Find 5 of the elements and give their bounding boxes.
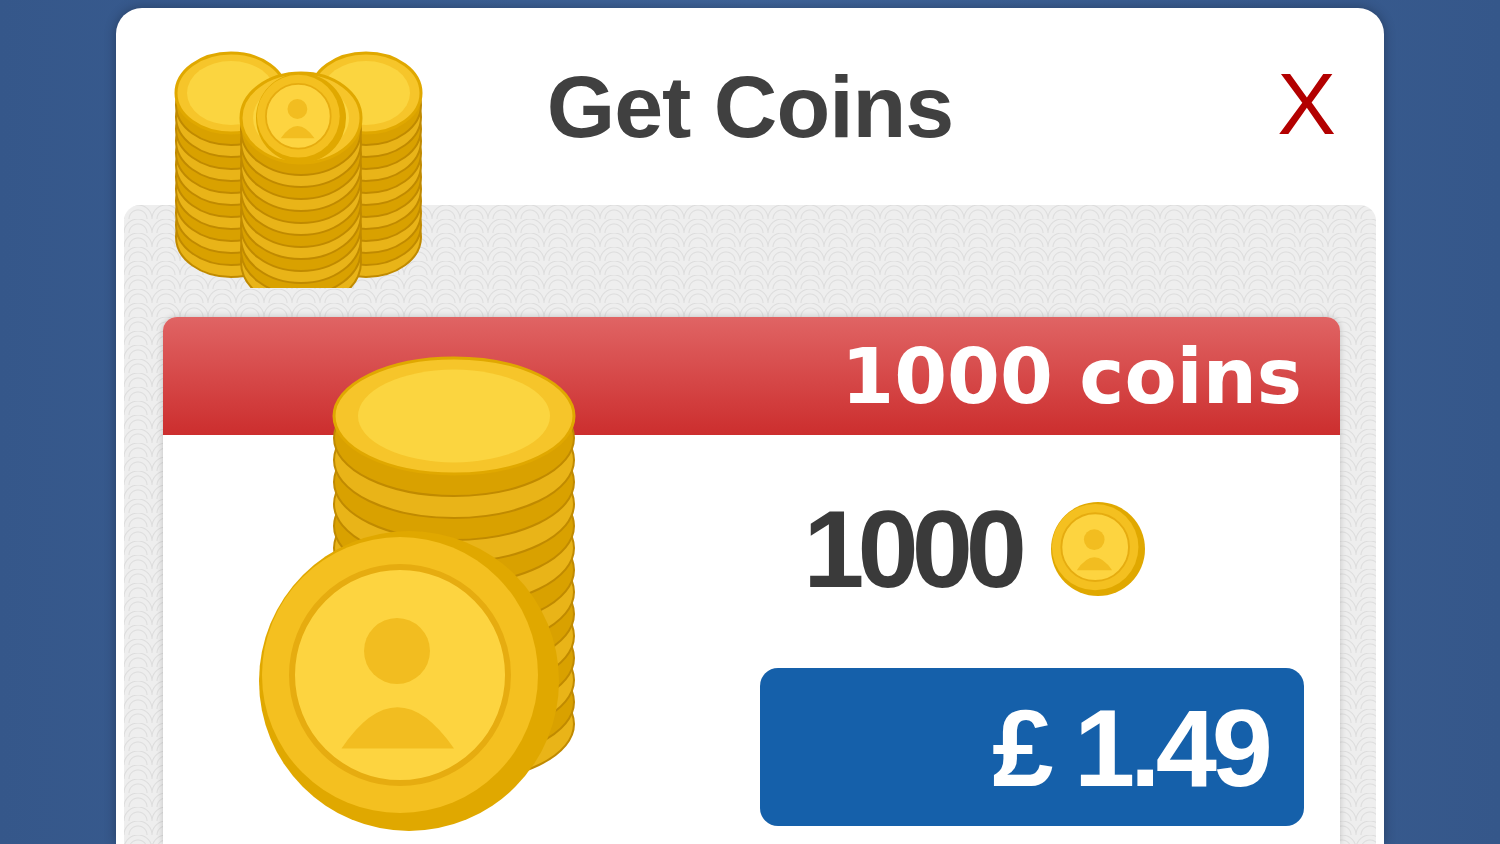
coin-amount: 1000 [803,486,1022,612]
offer-label: 1000 coins [841,331,1302,421]
close-button[interactable]: X [1273,60,1340,148]
price-button[interactable]: £ 1.49 [760,668,1304,826]
dialog-title: Get Coins [546,55,954,158]
